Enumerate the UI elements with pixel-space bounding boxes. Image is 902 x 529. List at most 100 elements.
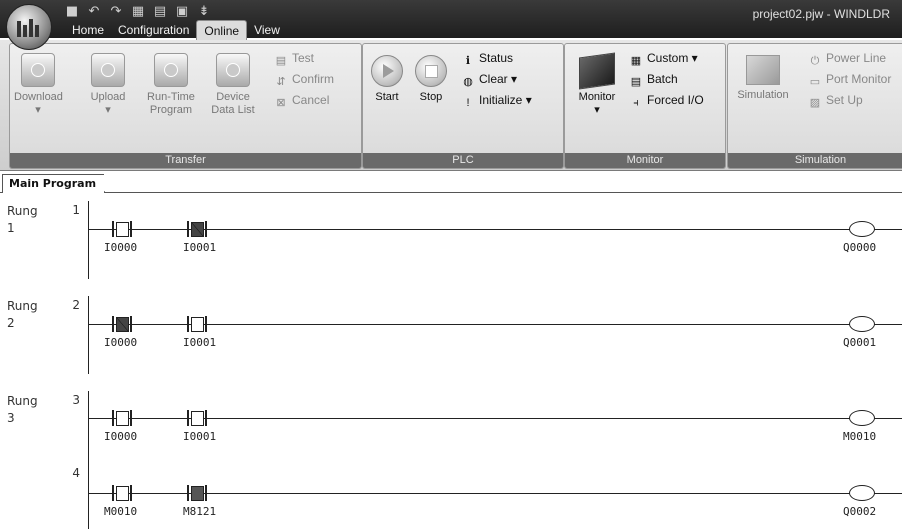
batch-monitor-button[interactable]: ▤ Batch [629, 69, 678, 89]
rung-4-contact-2[interactable] [185, 485, 209, 501]
rung-4-coil-label: Q0002 [843, 505, 877, 518]
customize-dropdown-icon[interactable]: ⇟ [196, 4, 212, 19]
port-monitor-button[interactable]: ▭ Port Monitor [808, 69, 892, 89]
test-icon: ▤ [275, 55, 287, 67]
rung-2-coil[interactable] [849, 316, 875, 332]
rung-4-contact-1-label: M0010 [104, 505, 138, 518]
device-data-list-button[interactable]: Device Data List [206, 47, 260, 143]
rung-1-title: Rung [7, 204, 38, 218]
contact-icon: ⫞ [633, 97, 639, 109]
rung-3-coil[interactable] [849, 410, 875, 426]
rung-3-wire [88, 418, 902, 419]
tool-icon[interactable]: ▤ [152, 4, 168, 19]
forced-io-button[interactable]: ⫞ Forced I/O [629, 90, 703, 110]
rung-4-number: 4 [72, 466, 80, 480]
monitor-button[interactable]: Monitor ▾ [569, 47, 625, 143]
runtime-label-line1: Run-Time [147, 91, 195, 103]
start-button[interactable]: Start [367, 47, 407, 143]
confirm-button[interactable]: ⇵ Confirm [274, 69, 334, 89]
rung-4-coil[interactable] [849, 485, 875, 501]
tab-view[interactable]: View [247, 20, 287, 40]
power-line-label: Power Line [826, 51, 887, 65]
stop-icon [415, 55, 447, 87]
test-button[interactable]: ▤ Test [274, 48, 314, 68]
upload-button[interactable]: Upload ▾ [84, 47, 132, 143]
power-icon: ⏻ [810, 55, 820, 67]
custom-monitor-button[interactable]: ▦ Custom ▾ [629, 48, 698, 68]
rung-2-coil-label: Q0001 [843, 336, 877, 349]
monitor-group: Monitor ▾ ▦ Custom ▾ ▤ Batch ⫞ Forced I/O M… [564, 43, 726, 169]
batch-label: Batch [647, 72, 678, 86]
editor-tab-bar: Main Program [0, 171, 902, 194]
rung-2-index: 2 [7, 316, 15, 330]
rung-1-contact-1[interactable] [110, 221, 134, 237]
initialize-label: Initialize [479, 93, 523, 107]
tab-main-program[interactable]: Main Program [2, 174, 117, 194]
tab-online[interactable]: Online [196, 20, 248, 42]
rung-3-number: 3 [72, 393, 80, 407]
tab-configuration[interactable]: Configuration [111, 20, 196, 40]
undo-icon[interactable]: ↶ [86, 4, 102, 19]
download-button[interactable]: Download ▾ [14, 47, 63, 143]
clear-icon: ◍ [463, 76, 473, 88]
tab-home[interactable]: Home [65, 20, 111, 40]
application-menu-button[interactable] [6, 4, 52, 50]
rung-4-contact-2-label: M8121 [183, 505, 217, 518]
stop-button[interactable]: Stop [411, 47, 451, 143]
play-icon [371, 55, 403, 87]
download-icon [21, 53, 55, 87]
initialize-button[interactable]: ! Initialize ▾ [461, 90, 532, 110]
cancel-button[interactable]: ⊠ Cancel [274, 90, 329, 110]
initialize-dropdown-icon: ▾ [522, 93, 532, 107]
runtime-program-button[interactable]: Run-Time Program [146, 47, 196, 143]
rung-1-contact-2-label: I0001 [183, 241, 217, 254]
simulation-icon [746, 55, 780, 85]
redo-icon[interactable]: ↷ [108, 4, 124, 19]
info-icon: ℹ [465, 55, 471, 67]
clear-button[interactable]: ◍ Clear ▾ [461, 69, 517, 89]
rung-3-contact-2[interactable] [185, 410, 209, 426]
rung-2-contact-1[interactable] [110, 316, 134, 332]
rung-2-contact-2-label: I0001 [183, 336, 217, 349]
monitor-icon[interactable]: ▣ [174, 4, 190, 19]
device-label-line2: Data List [211, 104, 255, 116]
rung-2-number: 2 [72, 298, 80, 312]
stop-label: Stop [419, 91, 443, 103]
rung-3-contact-1-label: I0000 [104, 430, 138, 443]
rung-1-contact-2[interactable] [185, 221, 209, 237]
test-label: Test [292, 51, 315, 65]
setup-icon: ▨ [809, 97, 821, 109]
rung-3-contact-2-label: I0001 [183, 430, 217, 443]
simulation-group: Simulation ⏻ Power Line ▭ Port Monitor ▨ Se… [727, 43, 902, 169]
plc-group-label: PLC [363, 153, 563, 168]
confirm-icon: ⇵ [276, 76, 286, 88]
power-line-button[interactable]: ⏻ Power Line [808, 48, 886, 68]
rung-4-contact-1[interactable] [110, 485, 134, 501]
status-label: Status [479, 51, 514, 65]
rung-1-coil[interactable] [849, 221, 875, 237]
port-icon: ▭ [809, 76, 821, 88]
transfer-group: Download ▾ Upload ▾ Run-Time Program Dev… [9, 43, 362, 169]
setup-button[interactable]: ▨ Set Up [808, 90, 863, 110]
simulation-button[interactable]: Simulation [732, 47, 794, 143]
status-button[interactable]: ℹ Status [461, 48, 513, 68]
clear-dropdown-icon: ▾ [507, 72, 518, 86]
warning-icon: ! [466, 97, 470, 109]
rung-3-power-rail [88, 391, 89, 529]
grid-icon[interactable]: ▦ [130, 4, 146, 19]
rung-3-label: Rung 3 [7, 393, 38, 427]
ribbon: Download ▾ Upload ▾ Run-Time Program Dev… [0, 40, 902, 171]
confirm-label: Confirm [292, 72, 335, 86]
save-icon[interactable]: ■ [64, 4, 80, 19]
ladder-editor[interactable]: Rung 1 1 I0000 I0001 Q0000 Rung 2 2 I000… [0, 193, 902, 529]
download-label: Download [14, 91, 63, 103]
rung-4-wire [88, 493, 902, 494]
quick-access-toolbar: ■ ↶ ↷ ▦ ▤ ▣ ⇟ [64, 4, 212, 19]
rung-3-index: 3 [7, 411, 15, 425]
rung-1-coil-label: Q0000 [843, 241, 877, 254]
plc-group: Start Stop ℹ Status ◍ Clear ▾ ! Initialize … [362, 43, 564, 169]
simulation-label: Simulation [737, 89, 789, 101]
device-data-list-icon [216, 53, 250, 87]
rung-2-contact-2[interactable] [185, 316, 209, 332]
rung-3-contact-1[interactable] [110, 410, 134, 426]
